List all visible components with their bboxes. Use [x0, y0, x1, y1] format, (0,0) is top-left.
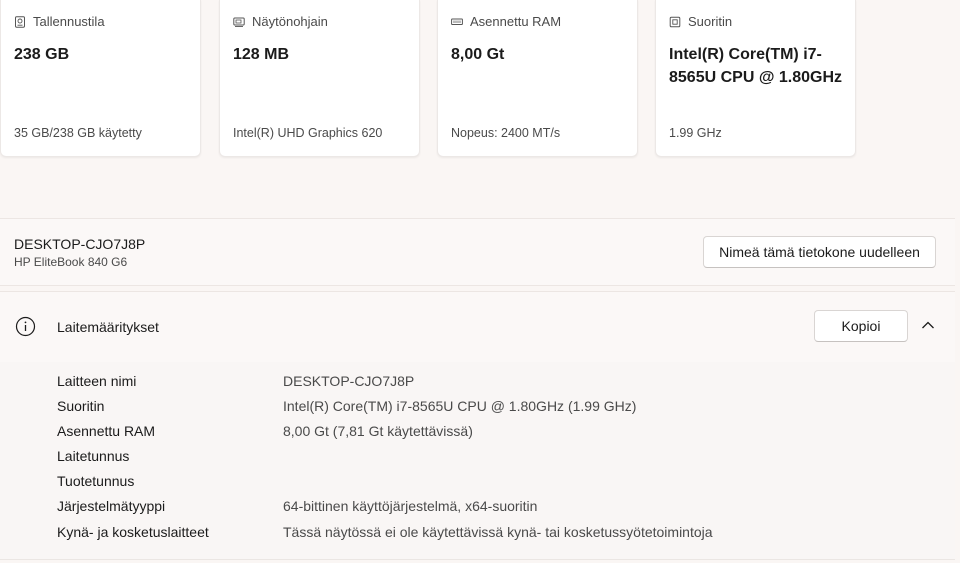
card-title: Suoritin	[688, 14, 733, 29]
device-name-row: DESKTOP-CJO7J8P HP EliteBook 840 G6 Nime…	[0, 218, 955, 286]
spec-row-system-type: Järjestelmätyyppi 64-bittinen käyttöjärj…	[0, 487, 955, 514]
spec-row-device-name: Laitteen nimi DESKTOP-CJO7J8P	[0, 362, 955, 389]
card-title: Asennettu RAM	[470, 14, 562, 29]
spec-cards: Tallennustila 238 GB 35 GB/238 GB käytet…	[0, 0, 960, 160]
storage-card[interactable]: Tallennustila 238 GB 35 GB/238 GB käytet…	[0, 0, 201, 157]
spec-row-product-id: Tuotetunnus	[0, 462, 955, 489]
card-value: 128 MB	[233, 46, 290, 63]
device-specs-list: Laitteen nimi DESKTOP-CJO7J8P Suoritin I…	[0, 362, 955, 560]
card-title: Tallennustila	[33, 14, 105, 29]
spec-row-device-id: Laitetunnus	[0, 437, 955, 464]
storage-icon	[15, 15, 25, 28]
card-subtitle: Nopeus: 2400 MT/s	[451, 126, 561, 140]
rename-pc-button[interactable]: Nimeä tämä tietokone uudelleen	[703, 236, 936, 268]
section-title: Laitemääritykset	[57, 319, 159, 335]
card-header: Asennettu RAM	[451, 14, 561, 29]
chevron-up-icon[interactable]	[921, 320, 935, 330]
card-title: Näytönohjain	[252, 14, 328, 29]
spec-value: Tässä näytössä ei ole käytettävissä kynä…	[283, 524, 713, 540]
spec-row-ram: Asennettu RAM 8,00 Gt (7,81 Gt käytettäv…	[0, 412, 955, 439]
spec-label: Järjestelmätyyppi	[57, 498, 166, 514]
card-subtitle: 1.99 GHz	[669, 126, 722, 140]
card-value: Intel(R) Core(TM) i7-8565U CPU @ 1.80GHz	[669, 46, 843, 86]
cpu-card[interactable]: Suoritin Intel(R) Core(TM) i7-8565U CPU …	[655, 0, 856, 157]
card-subtitle: 35 GB/238 GB käytetty	[14, 126, 142, 140]
spec-row-processor: Suoritin Intel(R) Core(TM) i7-8565U CPU …	[0, 387, 955, 414]
card-header: Tallennustila	[14, 14, 105, 29]
copy-button[interactable]: Kopioi	[814, 310, 908, 342]
device-specs-header[interactable]: Laitemääritykset Kopioi	[0, 291, 955, 363]
device-name: DESKTOP-CJO7J8P	[14, 236, 146, 252]
cpu-icon	[669, 16, 681, 27]
spec-label: Kynä- ja kosketuslaitteet	[57, 524, 209, 540]
ram-icon	[451, 18, 463, 25]
card-value: 238 GB	[14, 46, 70, 63]
gpu-icon	[233, 17, 245, 27]
spec-row-pen-touch: Kynä- ja kosketuslaitteet Tässä näytössä…	[0, 513, 955, 540]
info-icon	[15, 316, 36, 337]
spec-value: 64-bittinen käyttöjärjestelmä, x64-suori…	[283, 498, 538, 514]
device-model: HP EliteBook 840 G6	[14, 255, 128, 269]
gpu-card[interactable]: Näytönohjain 128 MB Intel(R) UHD Graphic…	[219, 0, 420, 157]
card-value: 8,00 Gt	[451, 46, 505, 63]
card-subtitle: Intel(R) UHD Graphics 620	[233, 126, 383, 140]
card-header: Näytönohjain	[233, 14, 328, 29]
ram-card[interactable]: Asennettu RAM 8,00 Gt Nopeus: 2400 MT/s	[437, 0, 638, 157]
card-header: Suoritin	[669, 14, 732, 29]
